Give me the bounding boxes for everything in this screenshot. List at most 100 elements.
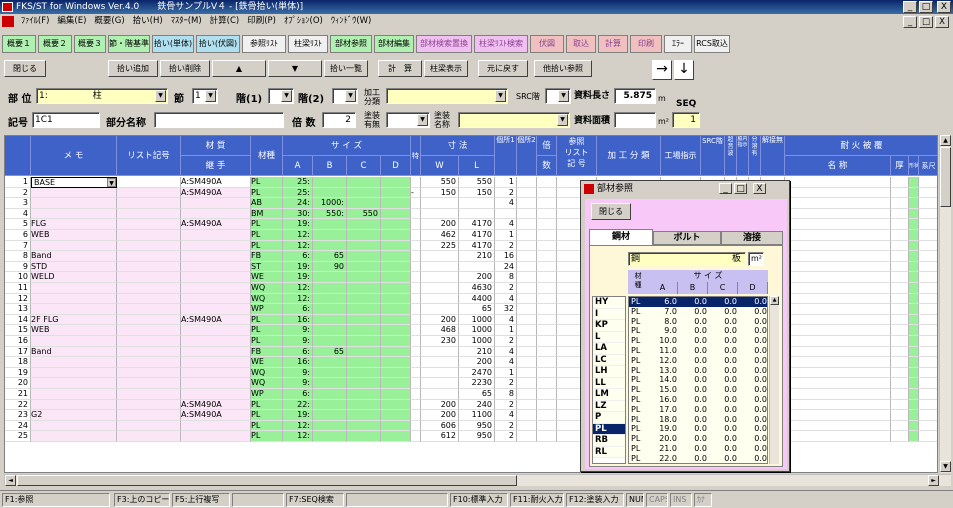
cell-A[interactable]: 19: — [283, 410, 313, 421]
cell-sh[interactable]: WQ — [251, 283, 283, 294]
cell-D[interactable] — [381, 283, 411, 294]
table-row[interactable]: 12 WQ 12: 4400 4 — [5, 293, 937, 305]
cell-L[interactable] — [459, 198, 495, 209]
cell-D[interactable] — [381, 187, 411, 199]
cell-k1[interactable]: 4 — [495, 314, 517, 326]
cell-tk[interactable]: - — [411, 187, 421, 199]
bubun-input[interactable] — [154, 112, 284, 128]
table-row[interactable]: 21 WP 6: 65 8 — [5, 389, 937, 400]
cell-zai[interactable] — [181, 261, 251, 273]
cell-D[interactable] — [381, 325, 411, 336]
cell-n[interactable]: 2 — [5, 187, 31, 199]
cell-C[interactable] — [347, 399, 381, 411]
size-row[interactable]: PL 6.0 0.0 0.0 0.0 — [629, 297, 767, 307]
cell-W[interactable]: 550 — [421, 177, 459, 188]
cell-tk[interactable] — [411, 293, 421, 305]
menu-item-6[interactable]: 印刷(P) — [247, 16, 276, 26]
cell-memo[interactable]: Band — [31, 251, 117, 262]
cell-B[interactable] — [313, 314, 347, 326]
cell-C[interactable] — [347, 378, 381, 389]
cell-A[interactable]: 30: — [283, 208, 313, 220]
cell-k1[interactable]: 2 — [495, 187, 517, 199]
cell-memo[interactable] — [31, 336, 117, 347]
cell-D[interactable] — [381, 251, 411, 262]
cell-sh[interactable]: WQ — [251, 378, 283, 389]
cell-sh[interactable]: PL — [251, 325, 283, 336]
table-row[interactable]: 13 WP 6: 65 32 — [5, 304, 937, 315]
cell-B[interactable] — [313, 431, 347, 442]
cell-k1[interactable]: 16 — [495, 251, 517, 262]
cell-L[interactable]: 1100 — [459, 410, 495, 421]
cell-C[interactable] — [347, 314, 381, 326]
type-item[interactable]: LC — [593, 354, 625, 366]
cell-memo[interactable]: STD — [31, 261, 117, 273]
cell-memo[interactable]: G2 — [31, 410, 117, 421]
table-row[interactable]: 11 WQ 12: 4630 2 — [5, 283, 937, 294]
type-item[interactable]: P — [593, 412, 625, 424]
cell-A[interactable]: 25: — [283, 187, 313, 199]
cell-n[interactable]: 25 — [5, 431, 31, 442]
size-row[interactable]: PL 19.0 0.0 0.0 0.0 — [629, 424, 767, 435]
shiryo-len-input[interactable]: 5.875 — [614, 88, 656, 104]
cell-W[interactable] — [421, 261, 459, 273]
cell-n[interactable]: 1 — [5, 177, 31, 188]
menu-item-0[interactable]: ﾌｧｲﾙ(F) — [21, 16, 50, 26]
cell-W[interactable] — [421, 346, 459, 358]
table-row[interactable]: 14 2F FLG A:SM490A PL 16: 200 1000 4 — [5, 314, 937, 326]
cell-memo[interactable] — [31, 357, 117, 368]
cell-D[interactable] — [381, 410, 411, 421]
cell-C[interactable] — [347, 431, 381, 442]
cell-C[interactable] — [347, 261, 381, 273]
cell-sh[interactable]: PL — [251, 177, 283, 188]
cell-n[interactable]: 17 — [5, 346, 31, 358]
tab-15[interactable]: 印刷 — [630, 35, 662, 53]
cell-zai[interactable] — [181, 208, 251, 220]
cell-L[interactable]: 200 — [459, 272, 495, 283]
cell-A[interactable]: 9: — [283, 367, 313, 379]
size-list[interactable]: PL 6.0 0.0 0.0 0.0 PL 7.0 0.0 0.0 0.0 PL 8.0 0.0 0.0 0… — [628, 296, 768, 464]
cell-W[interactable] — [421, 272, 459, 283]
cell-zai[interactable]: A:SM490A — [181, 314, 251, 326]
cell-W[interactable]: 200 — [421, 399, 459, 411]
cell-C[interactable] — [347, 410, 381, 421]
tab-bolt[interactable]: ボルト — [653, 231, 721, 245]
cell-D[interactable] — [381, 240, 411, 252]
scroll-thumb[interactable] — [940, 147, 951, 207]
type-item[interactable]: LM — [593, 389, 625, 401]
cell-C[interactable] — [347, 420, 381, 432]
cell-sh[interactable]: WP — [251, 389, 283, 400]
cell-L[interactable]: 950 — [459, 431, 495, 442]
cell-zai[interactable]: A:SM490A — [181, 410, 251, 421]
cell-C[interactable] — [347, 336, 381, 347]
scroll-up-arrow-icon[interactable]: ▲ — [940, 135, 951, 146]
cell-k1[interactable]: 2 — [495, 283, 517, 294]
cell-L[interactable] — [459, 208, 495, 220]
cell-D[interactable] — [381, 272, 411, 283]
cell-A[interactable]: 22: — [283, 399, 313, 411]
cell-L[interactable]: 950 — [459, 420, 495, 432]
cell-n[interactable]: 6 — [5, 230, 31, 241]
cell-B[interactable]: 65 — [313, 251, 347, 262]
cell-k1[interactable] — [495, 208, 517, 220]
cell-A[interactable]: 9: — [283, 336, 313, 347]
cell-tk[interactable] — [411, 336, 421, 347]
nav-down-button[interactable]: ↓ — [674, 60, 694, 80]
type-item[interactable]: PL — [593, 423, 625, 435]
size-row[interactable]: PL 15.0 0.0 0.0 0.0 — [629, 385, 767, 395]
cell-D[interactable] — [381, 261, 411, 273]
cell-zai[interactable] — [181, 389, 251, 400]
cell-memo[interactable] — [31, 389, 117, 400]
size-row[interactable]: PL 18.0 0.0 0.0 0.0 — [629, 414, 767, 425]
cell-tk[interactable] — [411, 251, 421, 262]
calculate-button[interactable]: 計 算 — [378, 60, 422, 77]
type-item[interactable]: L — [593, 331, 625, 343]
cell-A[interactable]: 12: — [283, 283, 313, 294]
cell-k1[interactable]: 4 — [495, 219, 517, 230]
cell-W[interactable]: 606 — [421, 420, 459, 432]
cell-C[interactable] — [347, 251, 381, 262]
chevron-down-icon[interactable]: ▼ — [107, 178, 116, 187]
cell-A[interactable]: 19: — [283, 219, 313, 230]
cell-n[interactable]: 4 — [5, 208, 31, 220]
cell-zai[interactable] — [181, 336, 251, 347]
cell-D[interactable] — [381, 399, 411, 411]
